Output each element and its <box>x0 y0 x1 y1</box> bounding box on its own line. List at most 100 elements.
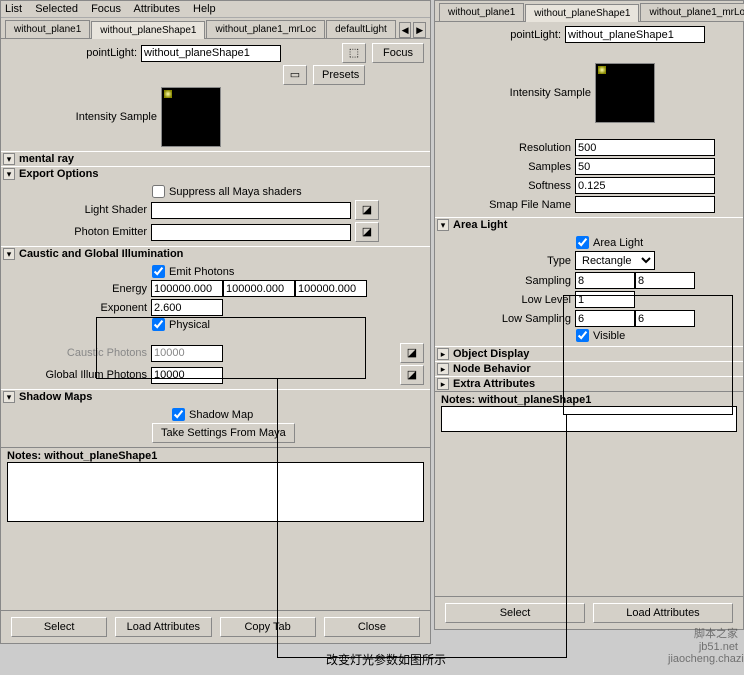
resolution-input[interactable] <box>575 139 715 156</box>
arealight-section: Area Light <box>453 219 507 231</box>
presets-button[interactable]: Presets <box>313 65 365 85</box>
softness-input[interactable] <box>575 177 715 194</box>
notes-textarea-r[interactable] <box>441 406 737 432</box>
load-attributes-button[interactable]: Load Attributes <box>115 617 211 637</box>
suppress-label: Suppress all Maya shaders <box>169 186 302 198</box>
tab-scroll-right[interactable]: ▶ <box>413 22 426 38</box>
copy-tab-button[interactable]: Copy Tab <box>220 617 316 637</box>
nodebehavior-section[interactable]: Node Behavior <box>453 363 531 375</box>
menu-focus[interactable]: Focus <box>91 3 121 15</box>
collapse-arrow[interactable]: ▾ <box>3 153 15 165</box>
smap-input[interactable] <box>575 196 715 213</box>
collapse-arrow[interactable]: ▾ <box>437 219 449 231</box>
lowsampling-u-input[interactable] <box>575 310 635 327</box>
notes-textarea[interactable] <box>7 462 424 522</box>
close-button[interactable]: Close <box>324 617 420 637</box>
tab-mrloc-r[interactable]: without_plane1_mrLoc <box>640 3 744 21</box>
lightshader-input[interactable] <box>151 202 351 219</box>
type-label: Type <box>441 255 571 267</box>
button-row-left: Select Load Attributes Copy Tab Close <box>1 610 430 643</box>
sampling-v-input[interactable] <box>635 272 695 289</box>
exponent-label: Exponent <box>7 302 147 314</box>
lowlevel-input[interactable] <box>575 291 635 308</box>
global-map-icon[interactable]: ◪ <box>400 365 424 385</box>
suppress-checkbox[interactable] <box>152 185 165 198</box>
shadowmap-checkbox[interactable] <box>172 408 185 421</box>
globalillum-label: Global Illum Photons <box>7 369 147 381</box>
photonemitter-input[interactable] <box>151 224 351 241</box>
tab-planeshape1-r[interactable]: without_planeShape1 <box>525 4 639 22</box>
pointlight-input-r[interactable] <box>565 26 705 43</box>
tab-scroll-left[interactable]: ◀ <box>399 22 412 38</box>
caustic-section: Caustic and Global Illumination <box>19 248 183 260</box>
physical-label: Physical <box>169 319 210 331</box>
emitphotons-label: Emit Photons <box>169 266 234 278</box>
sampling-label: Sampling <box>441 275 571 287</box>
collapse-arrow[interactable]: ▾ <box>3 248 15 260</box>
energy-r-input[interactable] <box>151 280 223 297</box>
objectdisplay-section[interactable]: Object Display <box>453 348 529 360</box>
mentalray-section: mental ray <box>19 153 74 165</box>
exponent-input[interactable] <box>151 299 223 316</box>
tab-defaultlight[interactable]: defaultLight <box>326 20 396 38</box>
collapse-arrow[interactable]: ▾ <box>3 391 15 403</box>
lowsampling-v-input[interactable] <box>635 310 695 327</box>
collapse-arrow[interactable]: ▸ <box>437 348 449 360</box>
energy-b-input[interactable] <box>295 280 367 297</box>
emitphotons-checkbox[interactable] <box>152 265 165 278</box>
collapse-arrow[interactable]: ▸ <box>437 378 449 390</box>
takesettings-button[interactable]: Take Settings From Maya <box>152 423 295 443</box>
sampling-u-input[interactable] <box>575 272 635 289</box>
connector-line <box>277 379 278 658</box>
physical-checkbox[interactable] <box>152 318 165 331</box>
caustic-map-icon[interactable]: ◪ <box>400 343 424 363</box>
photonemitter-map-icon[interactable]: ◪ <box>355 222 379 242</box>
tab-plane1-r[interactable]: without_plane1 <box>439 3 524 21</box>
select-button-r[interactable]: Select <box>445 603 585 623</box>
intensity-swatch[interactable] <box>161 87 221 147</box>
focus-button[interactable]: Focus <box>372 43 424 63</box>
lowsampling-label: Low Sampling <box>441 313 571 325</box>
menu-list[interactable]: List <box>5 3 22 15</box>
arealight-checkbox[interactable] <box>576 236 589 249</box>
causticphotons-label: Caustic Photons <box>7 347 147 359</box>
menu-help[interactable]: Help <box>193 3 216 15</box>
type-select[interactable]: Rectangle <box>575 251 655 270</box>
pointlight-input[interactable] <box>141 45 281 62</box>
tab-mrloc[interactable]: without_plane1_mrLoc <box>206 20 325 38</box>
energy-g-input[interactable] <box>223 280 295 297</box>
load-attributes-button-r[interactable]: Load Attributes <box>593 603 733 623</box>
select-button[interactable]: Select <box>11 617 107 637</box>
export-section: Export Options <box>19 168 98 180</box>
intensity-swatch-r[interactable] <box>595 63 655 123</box>
tab-planeshape1[interactable]: without_planeShape1 <box>91 21 205 39</box>
lightshader-label: Light Shader <box>7 204 147 216</box>
visible-checkbox[interactable] <box>576 329 589 342</box>
attribute-editor-left: List Selected Focus Attributes Help with… <box>0 0 431 644</box>
notes-label-r: Notes: without_planeShape1 <box>441 394 737 406</box>
select-node-icon[interactable]: ⬚ <box>342 43 366 63</box>
arealight-chk-label: Area Light <box>593 237 643 249</box>
tab-plane1[interactable]: without_plane1 <box>5 20 90 38</box>
shadowmap-label: Shadow Map <box>189 409 253 421</box>
connector-line <box>566 415 567 658</box>
softness-label: Softness <box>441 180 571 192</box>
tabbar-right: without_plane1 without_planeShape1 witho… <box>435 1 743 22</box>
lightshader-map-icon[interactable]: ◪ <box>355 200 379 220</box>
energy-label: Energy <box>7 283 147 295</box>
globalillum-input[interactable] <box>151 367 223 384</box>
watermark: 脚本之家 jb51.net jiaocheng.chazidian.com <box>668 625 738 669</box>
tabbar-left: without_plane1 without_planeShape1 witho… <box>1 18 430 39</box>
preset-icon[interactable]: ▭ <box>283 65 307 85</box>
extraattr-section[interactable]: Extra Attributes <box>453 378 535 390</box>
samples-input[interactable] <box>575 158 715 175</box>
shadowmaps-section: Shadow Maps <box>19 391 92 403</box>
menu-selected[interactable]: Selected <box>35 3 78 15</box>
notes-label: Notes: without_planeShape1 <box>7 450 424 462</box>
collapse-arrow[interactable]: ▸ <box>437 363 449 375</box>
resolution-label: Resolution <box>441 142 571 154</box>
collapse-arrow[interactable]: ▾ <box>3 168 15 180</box>
smap-label: Smap File Name <box>441 199 571 211</box>
attribute-editor-right: without_plane1 without_planeShape1 witho… <box>434 0 744 630</box>
menu-attributes[interactable]: Attributes <box>133 3 179 15</box>
